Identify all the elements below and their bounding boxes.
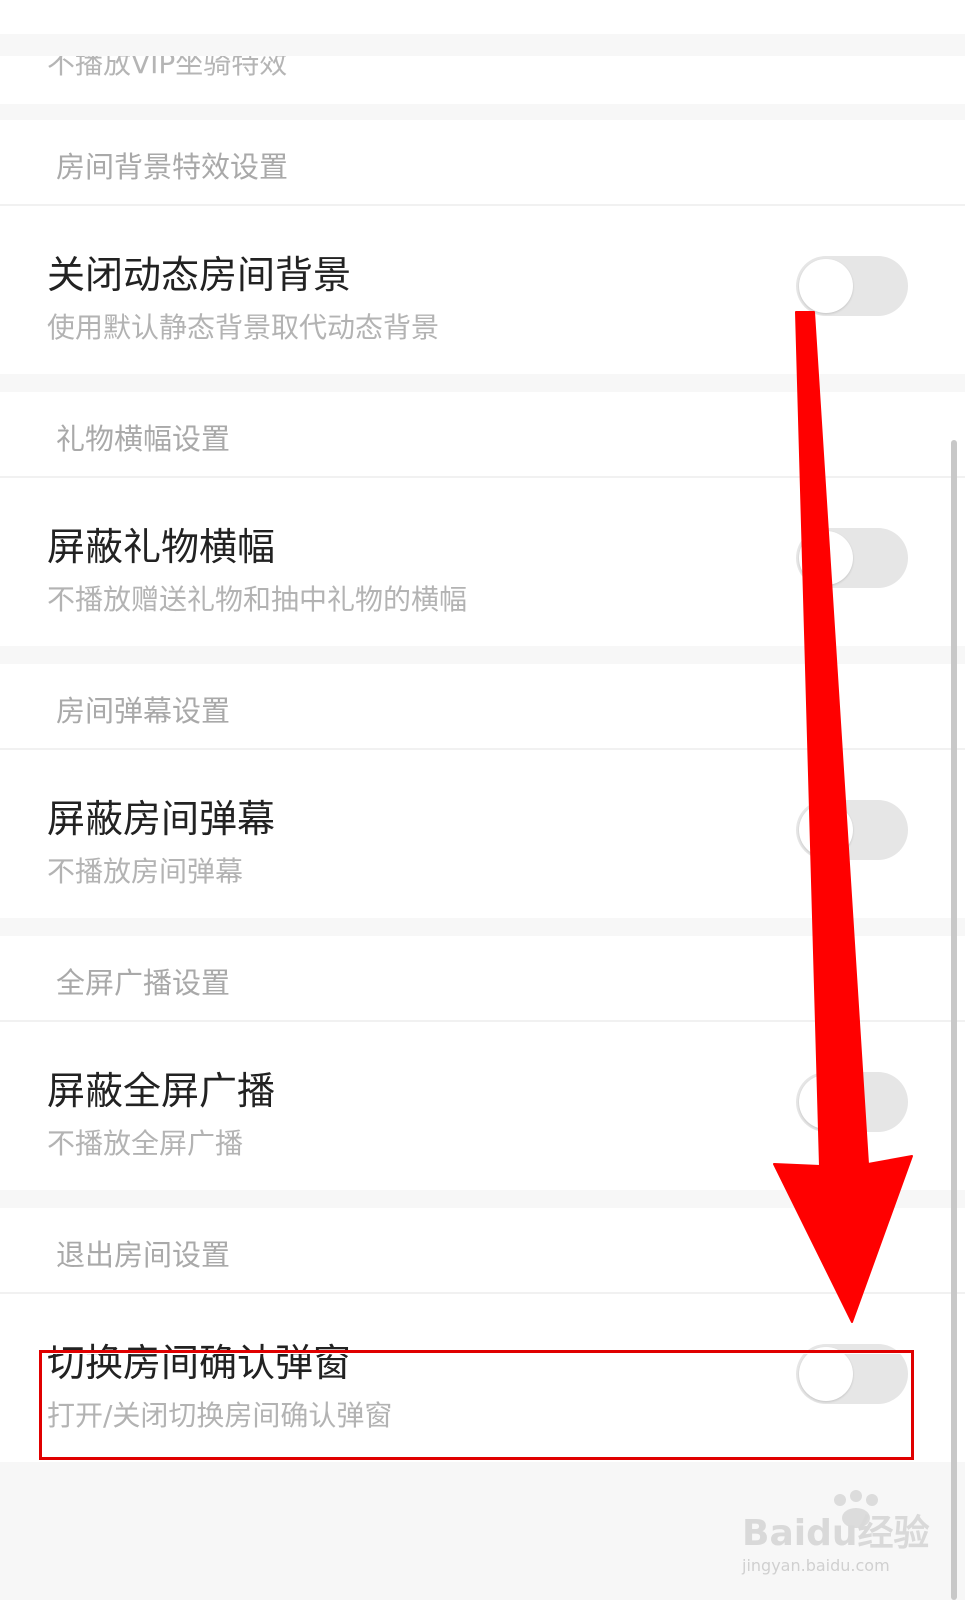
section-header-label: 房间背景特效设置 <box>56 150 289 184</box>
setting-subtitle: 使用默认静态背景取代动态背景 <box>47 311 440 344</box>
section-header-exit-room: 退出房间设置 <box>0 1208 965 1294</box>
setting-title: 关闭动态房间背景 <box>47 253 352 297</box>
setting-subtitle: 不播放全屏广播 <box>47 1127 244 1160</box>
top-strip <box>0 0 965 34</box>
toggle-switch-room-confirm[interactable] <box>796 1344 908 1404</box>
setting-row-disable-dynamic-background[interactable]: 关闭动态房间背景 使用默认静态背景取代动态背景 <box>0 206 965 374</box>
toggle-knob <box>799 803 853 857</box>
toggle-knob <box>799 1347 853 1401</box>
section-header-room-danmaku: 房间弹幕设置 <box>0 664 965 750</box>
toggle-knob <box>799 531 853 585</box>
setting-title: 屏蔽礼物横幅 <box>47 525 276 569</box>
setting-title: 切换房间确认弹窗 <box>47 1341 352 1385</box>
toggle-knob <box>799 259 853 313</box>
section-header-room-background: 房间背景特效设置 <box>0 120 965 206</box>
toggle-block-fullscreen-broadcast[interactable] <box>796 1072 908 1132</box>
scrollbar[interactable] <box>951 440 957 1600</box>
paw-icon <box>834 1490 878 1528</box>
toggle-knob <box>799 1075 853 1129</box>
setting-row-block-fullscreen-broadcast[interactable]: 屏蔽全屏广播 不播放全屏广播 <box>0 1022 965 1190</box>
section-header-label: 退出房间设置 <box>56 1238 231 1272</box>
section-header-label: 房间弹幕设置 <box>56 694 231 728</box>
setting-subtitle: 不播放房间弹幕 <box>47 855 244 888</box>
section-header-label: 全屏广播设置 <box>56 966 231 1000</box>
setting-row-switch-room-confirm[interactable]: 切换房间确认弹窗 打开/关闭切换房间确认弹窗 <box>0 1294 965 1462</box>
setting-subtitle: 不播放赠送礼物和抽中礼物的横幅 <box>47 583 468 616</box>
setting-row-block-room-danmaku[interactable]: 屏蔽房间弹幕 不播放房间弹幕 <box>0 750 965 918</box>
toggle-disable-dynamic-background[interactable] <box>796 256 908 316</box>
partial-setting-row: 不播放VIP坐骑特效 <box>0 56 965 104</box>
toggle-block-gift-banner[interactable] <box>796 528 908 588</box>
watermark-logo: Baidu经验 <box>742 1513 930 1554</box>
setting-subtitle: 打开/关闭切换房间确认弹窗 <box>47 1399 393 1432</box>
setting-title: 屏蔽房间弹幕 <box>47 797 276 841</box>
section-header-fullscreen-broadcast: 全屏广播设置 <box>0 936 965 1022</box>
section-header-gift-banner: 礼物横幅设置 <box>0 392 965 478</box>
watermark: Baidu经验 jingyan.baidu.com <box>740 1490 940 1586</box>
setting-title: 屏蔽全屏广播 <box>47 1069 276 1113</box>
section-header-label: 礼物横幅设置 <box>56 422 231 456</box>
toggle-block-room-danmaku[interactable] <box>796 800 908 860</box>
watermark-url: jingyan.baidu.com <box>742 1556 890 1575</box>
setting-row-block-gift-banner[interactable]: 屏蔽礼物横幅 不播放赠送礼物和抽中礼物的横幅 <box>0 478 965 646</box>
partial-setting-subtitle: 不播放VIP坐骑特效 <box>47 56 288 80</box>
